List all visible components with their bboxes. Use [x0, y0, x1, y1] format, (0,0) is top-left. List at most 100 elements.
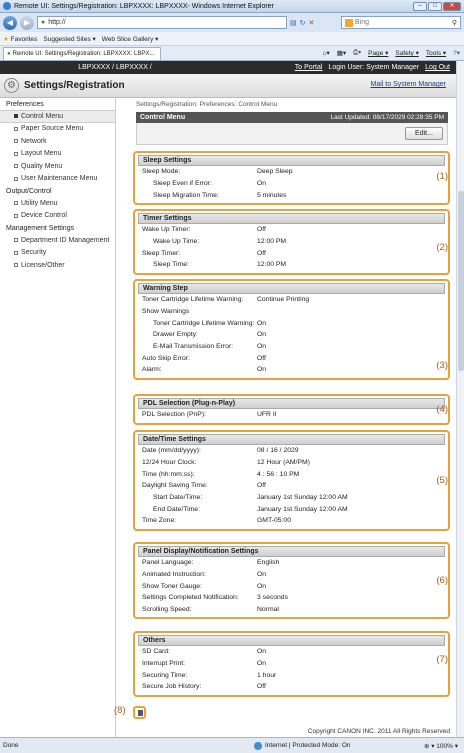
setting-label: SD Card:	[142, 648, 170, 656]
setting-value: January 1st Sunday 12:00 AM	[257, 505, 348, 513]
bullet-icon	[14, 250, 18, 255]
help-icon[interactable]: ?▾	[453, 49, 460, 57]
control-menu-actions: Edit...	[136, 123, 448, 145]
sidebar-item-paper-source-menu[interactable]: Paper Source Menu	[0, 123, 115, 136]
bullet-icon	[14, 201, 18, 206]
sidebar-item-user-maintenance-menu[interactable]: User Maintenance Menu	[0, 173, 115, 186]
favorites-button[interactable]: ★ Favorites	[3, 35, 37, 43]
setting-row: SD Card: On	[138, 646, 445, 658]
suggested-sites-link[interactable]: Suggested Sites ▾	[43, 35, 95, 43]
favorites-bar: ★ Favorites Suggested Sites ▾ Web Slice …	[0, 32, 464, 46]
search-icon[interactable]: ⚲	[452, 19, 460, 27]
panel-display-section: Panel Display/Notification Settings Panel…	[133, 542, 450, 620]
setting-row: Settings Completed Notification: 3 second…	[138, 592, 445, 604]
tools-menu[interactable]: Tools ▾	[426, 49, 446, 57]
setting-row: Toner Cartridge Lifetime Warning: Continu…	[138, 294, 445, 306]
safety-menu[interactable]: Safety ▾	[395, 49, 419, 57]
back-button[interactable]: ◀	[3, 15, 17, 30]
sidebar-item-device-control[interactable]: Device Control	[0, 210, 115, 223]
setting-label: Animated Instruction:	[142, 571, 206, 579]
date-time-settings-section: Date/Time Settings Date (mm/dd/yyyy): 08 /…	[133, 430, 450, 531]
feeds-icon[interactable]: ▦▾	[337, 49, 346, 57]
zoom-level[interactable]: ⊕ ▾ 100% ▾	[424, 742, 458, 750]
setting-row: Drawer Empty: On	[138, 329, 445, 341]
page-menu[interactable]: Page ▾	[368, 49, 388, 57]
setting-label: Wake Up Timer:	[142, 226, 191, 234]
vertical-scrollbar[interactable]	[456, 61, 464, 737]
setting-value: On	[257, 648, 267, 656]
setting-row: Alarm: On	[138, 364, 445, 376]
setting-row: 12/24 Hour Clock: 12 Hour (AM/PM)	[138, 457, 445, 469]
scrollbar-thumb[interactable]	[458, 191, 464, 371]
status-bar: Done Internet | Protected Mode: On ⊕ ▾ 1…	[0, 737, 464, 753]
setting-value: 08 / 16 / 2029	[257, 447, 299, 455]
setting-value: On	[257, 331, 267, 339]
sidebar-item-control-menu[interactable]: Control Menu	[0, 110, 115, 123]
forward-button[interactable]: ▶	[20, 15, 34, 30]
bullet-icon	[14, 114, 18, 119]
pdl-selection-section: PDL Selection (Plug-n-Play) PDL Selection…	[133, 394, 450, 425]
refresh-icon[interactable]: ↻	[300, 19, 306, 27]
setting-value: UFR II	[257, 411, 277, 419]
setting-row: Show Warnings	[138, 306, 445, 318]
setting-label: Sleep Even if Error:	[153, 180, 212, 188]
section-header: Sleep Settings	[138, 155, 445, 166]
url-field[interactable]: ● http://	[37, 16, 287, 29]
setting-label: Securing Time:	[142, 671, 188, 679]
window-title: Remote UI: Settings/Registration: LBPXXX…	[14, 2, 274, 10]
mail-to-system-manager-link[interactable]: Mail to System Manager	[371, 81, 446, 88]
setting-value: January 1st Sunday 12:00 AM	[257, 494, 348, 502]
web-slice-gallery-link[interactable]: Web Slice Gallery ▾	[102, 35, 159, 43]
stop-icon[interactable]: ✕	[309, 19, 315, 27]
setting-row: Date (mm/dd/yyyy): 08 / 16 / 2029	[138, 445, 445, 457]
setting-label: Panel Language:	[142, 559, 194, 567]
log-out-link[interactable]: Log Out	[425, 64, 450, 71]
browser-tab[interactable]: ● Remote UI: Settings/Registration: LBPX…	[3, 47, 161, 60]
page-top-icon[interactable]	[133, 706, 146, 719]
setting-label: Wake Up Time:	[153, 238, 200, 246]
setting-value: 12 Hour (AM/PM)	[257, 459, 310, 467]
home-icon[interactable]: ⌂▾	[323, 49, 330, 57]
to-portal-link[interactable]: To Portal	[295, 64, 323, 71]
sidebar-item-security[interactable]: Security	[0, 247, 115, 260]
setting-row: End Date/Time: January 1st Sunday 12:00 A…	[138, 503, 445, 515]
security-zone[interactable]: Internet | Protected Mode: On	[254, 741, 351, 750]
bullet-icon	[14, 126, 18, 131]
sidebar-item-network[interactable]: Network	[0, 135, 115, 148]
window-titlebar: Remote UI: Settings/Registration: LBPXXX…	[0, 0, 464, 13]
setting-label: Show Toner Gauge:	[142, 582, 202, 590]
close-window-button[interactable]: ✕	[443, 2, 461, 11]
login-user-label: Login User: System Manager	[328, 64, 420, 71]
edit-button[interactable]: Edit...	[405, 127, 443, 140]
sidebar-item-quality-menu[interactable]: Quality Menu	[0, 160, 115, 173]
setting-value: On	[257, 660, 267, 668]
setting-value: GMT-05:00	[257, 517, 291, 525]
compat-view-icon[interactable]: ▤	[290, 19, 297, 27]
globe-icon	[254, 741, 262, 750]
callout-8: (8)	[114, 705, 126, 716]
timer-settings-section: Timer Settings Wake Up Timer: Off Wake Up T…	[133, 209, 450, 275]
sidebar-item-license-other[interactable]: License/Other	[0, 259, 115, 272]
bullet-icon	[14, 164, 18, 169]
bullet-icon	[14, 263, 18, 268]
sidebar-item-layout-menu[interactable]: Layout Menu	[0, 148, 115, 161]
setting-value: Off	[257, 249, 266, 257]
tab-bar: ● Remote UI: Settings/Registration: LBPX…	[0, 46, 464, 61]
setting-value: On	[257, 582, 267, 590]
setting-label: End Date/Time:	[153, 505, 200, 513]
setting-label: PDL Selection (PnP):	[142, 411, 206, 419]
callout-7: (7)	[436, 654, 448, 665]
callout-4: (4)	[436, 404, 448, 415]
sidebar-item-department-id-management[interactable]: Department ID Management	[0, 234, 115, 247]
sidebar-item-utility-menu[interactable]: Utility Menu	[0, 197, 115, 210]
maximize-button[interactable]: □	[428, 2, 442, 11]
section-header: Date/Time Settings	[138, 434, 445, 445]
status-text: Done	[3, 742, 19, 749]
print-icon[interactable]: ⎙▾	[353, 49, 361, 57]
search-box[interactable]: Bing ⚲	[341, 16, 461, 29]
setting-row: Securing Time: 1 hour	[138, 669, 445, 681]
section-header: Timer Settings	[138, 213, 445, 224]
top-nav-bar: LBPXXXX / LBPXXXX / To Portal Login User…	[0, 61, 456, 74]
minimize-button[interactable]: –	[413, 2, 427, 11]
setting-row: E-Mail Transmission Error: On	[138, 341, 445, 353]
